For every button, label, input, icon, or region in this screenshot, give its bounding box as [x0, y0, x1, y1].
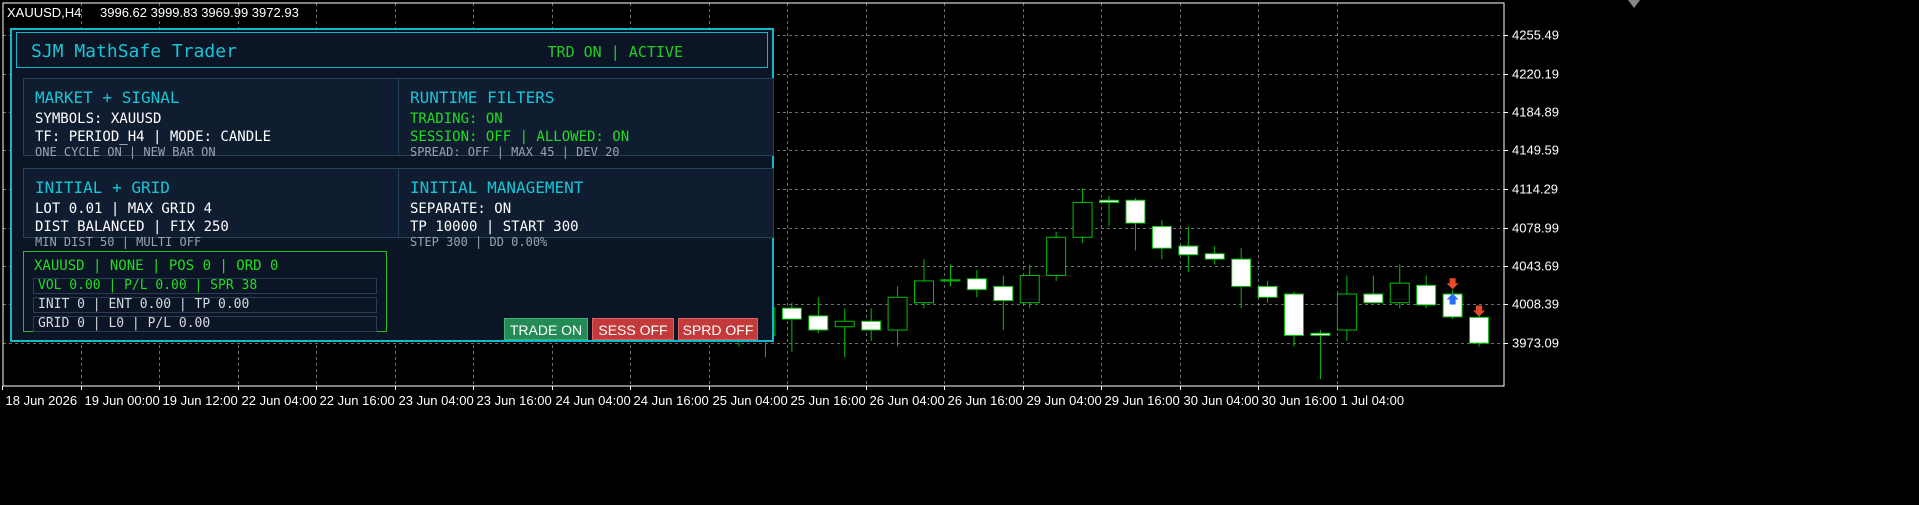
lot-grid-text: LOT 0.01 | MAX GRID 4: [35, 201, 213, 217]
time-tick-label: 29 Jun 16:00: [1105, 393, 1180, 408]
initial-management-heading: INITIAL MANAGEMENT: [410, 178, 584, 197]
candle-body: [940, 279, 961, 282]
step-dd-text: STEP 300 | DD 0.00%: [410, 235, 548, 249]
time-tick-label: 19 Jun 00:00: [85, 393, 160, 408]
price-tick-label: 3973.09: [1512, 336, 1559, 351]
position-header: XAUUSD | NONE | POS 0 | ORD 0: [34, 258, 279, 274]
session-filter-text: SESSION: OFF | ALLOWED: ON: [410, 129, 630, 145]
volume-pl-row: VOL 0.00 | P/L 0.00 | SPR 38: [33, 278, 377, 294]
price-tick-label: 4220.19: [1512, 67, 1559, 82]
chart-ohlc-header: 3996.62 3999.83 3969.99 3972.93: [100, 5, 299, 20]
candle-body: [887, 296, 908, 331]
time-tick-label: 24 Jun 16:00: [634, 393, 709, 408]
candle-body: [861, 320, 882, 331]
position-card: XAUUSD | NONE | POS 0 | ORD 0 VOL 0.00 |…: [23, 251, 387, 332]
cycle-bar-text: ONE CYCLE ON | NEW BAR ON: [35, 145, 216, 159]
panel-title-bar[interactable]: SJM MathSafe Trader TRD ON | ACTIVE: [16, 32, 768, 68]
symbols-text: SYMBOLS: XAUUSD: [35, 111, 162, 127]
chart-symbol-header: XAUUSD,H4: [7, 5, 81, 20]
time-tick-label: 19 Jun 12:00: [163, 393, 238, 408]
trade-toggle-button[interactable]: TRADE ON: [504, 318, 588, 340]
candle-body: [1284, 293, 1305, 336]
candle-body: [1363, 293, 1384, 304]
panel-title: SJM MathSafe Trader: [31, 41, 237, 62]
distance-text: DIST BALANCED | FIX 250: [35, 219, 229, 235]
session-toggle-button[interactable]: SESS OFF: [592, 318, 674, 340]
time-tick-label: 25 Jun 16:00: [791, 393, 866, 408]
sell-arrow-icon: [1473, 305, 1486, 317]
candle-body: [914, 280, 935, 304]
spread-filter-text: SPREAD: OFF | MAX 45 | DEV 20: [410, 145, 620, 159]
price-tick-label: 4149.59: [1512, 143, 1559, 158]
price-tick-label: 4255.49: [1512, 28, 1559, 43]
market-signal-heading: MARKET + SIGNAL: [35, 88, 180, 107]
candle-body: [1046, 236, 1067, 276]
price-tick-label: 4078.99: [1512, 221, 1559, 236]
time-tick-label: 30 Jun 04:00: [1184, 393, 1259, 408]
candle-body: [1099, 199, 1120, 203]
candle-body: [1469, 316, 1490, 344]
candle-body: [781, 307, 802, 320]
time-tick-label: 26 Jun 04:00: [870, 393, 945, 408]
time-tick-label: 29 Jun 04:00: [1027, 393, 1102, 408]
ea-panel: SJM MathSafe Trader TRD ON | ACTIVE MARK…: [10, 28, 774, 342]
market-signal-card: MARKET + SIGNAL SYMBOLS: XAUUSD TF: PERI…: [23, 78, 399, 159]
runtime-filters-card: RUNTIME FILTERS TRADING: ON SESSION: OFF…: [398, 78, 774, 159]
separate-text: SEPARATE: ON: [410, 201, 512, 217]
price-tick-label: 4008.39: [1512, 297, 1559, 312]
candles: [729, 188, 1490, 380]
spread-toggle-button[interactable]: SPRD OFF: [678, 318, 758, 340]
price-tick-label: 4184.89: [1512, 105, 1559, 120]
trading-filter-text: TRADING: ON: [410, 111, 503, 127]
time-tick-label: 22 Jun 04:00: [242, 393, 317, 408]
candle-body: [1019, 274, 1040, 304]
initial-entry-row: INIT 0 | ENT 0.00 | TP 0.00: [33, 297, 377, 313]
candle-body: [1151, 225, 1172, 249]
price-tick-label: 4043.69: [1512, 259, 1559, 274]
tp-start-text: TP 10000 | START 300: [410, 219, 579, 235]
time-tick-label: 23 Jun 04:00: [399, 393, 474, 408]
trade-status: TRD ON | ACTIVE: [547, 43, 683, 61]
candle-body: [1257, 285, 1278, 298]
chart-shift-marker-icon[interactable]: [1628, 0, 1640, 8]
grid-pl-row: GRID 0 | L0 | P/L 0.00: [33, 316, 377, 332]
time-tick-label: 18 Jun 2026: [6, 393, 78, 408]
candle-body: [808, 315, 829, 331]
initial-grid-heading: INITIAL + GRID: [35, 178, 170, 197]
time-tick-label: 25 Jun 04:00: [713, 393, 788, 408]
candle-body: [1310, 332, 1331, 336]
time-tick-label: 22 Jun 16:00: [320, 393, 395, 408]
candle-body: [1231, 258, 1252, 287]
candle-body: [834, 320, 855, 328]
sell-arrow-icon: [1446, 278, 1459, 290]
candle-body: [1389, 282, 1410, 304]
runtime-filters-heading: RUNTIME FILTERS: [410, 88, 555, 107]
time-tick-label: 26 Jun 16:00: [948, 393, 1023, 408]
candle-body: [1125, 199, 1146, 224]
time-tick-label: 30 Jun 16:00: [1262, 393, 1337, 408]
timeframe-mode-text: TF: PERIOD_H4 | MODE: CANDLE: [35, 129, 272, 145]
candle-body: [1336, 293, 1357, 331]
price-tick-label: 4114.29: [1512, 182, 1558, 197]
candle-body: [1072, 201, 1093, 238]
candle-body: [966, 278, 987, 291]
time-tick-label: 24 Jun 04:00: [556, 393, 631, 408]
min-distance-text: MIN DIST 50 | MULTI OFF: [35, 235, 202, 249]
initial-grid-card: INITIAL + GRID LOT 0.01 | MAX GRID 4 DIS…: [23, 168, 399, 249]
time-tick-label: 1 Jul 04:00: [1341, 393, 1405, 408]
candle-body: [1416, 284, 1437, 306]
candle-body: [1204, 253, 1225, 260]
candle-body: [1178, 245, 1199, 256]
candle-body: [993, 285, 1014, 302]
time-tick-label: 23 Jun 16:00: [477, 393, 552, 408]
initial-management-card: INITIAL MANAGEMENT SEPARATE: ON TP 10000…: [398, 168, 774, 249]
